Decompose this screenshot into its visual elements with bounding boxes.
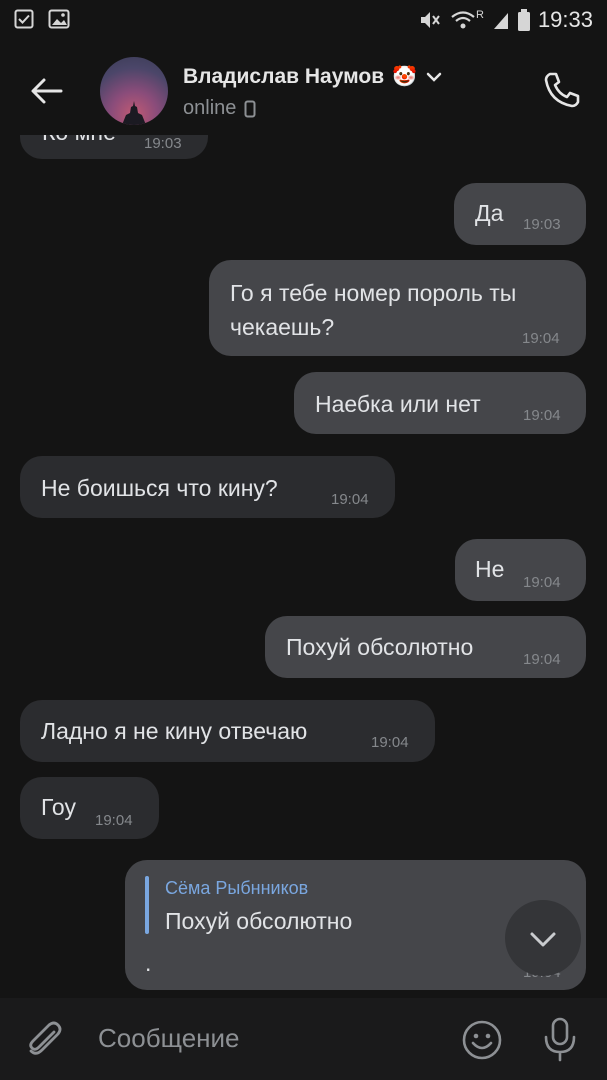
message-incoming[interactable]: Ладно я не кину отвечаю 19:04	[20, 700, 435, 762]
back-arrow-icon[interactable]	[26, 70, 68, 112]
checkbox-notification-icon	[14, 9, 34, 29]
message-text: Не	[475, 556, 505, 582]
status-time: 19:33	[537, 7, 593, 32]
reply-accent-bar	[145, 876, 149, 934]
mobile-device-icon	[244, 100, 256, 117]
message-time: 19:04	[523, 651, 561, 668]
contact-name[interactable]: Владислав Наумов	[183, 65, 384, 89]
message-time: 19:03	[523, 216, 561, 233]
paperclip-icon[interactable]	[24, 1018, 66, 1060]
message-text: Ко мне	[42, 135, 116, 146]
image-notification-icon	[48, 9, 70, 29]
signal-icon	[493, 13, 508, 29]
message-outgoing[interactable]: Да 19:03	[454, 183, 586, 245]
message-text: Похуй обсолютно	[286, 634, 474, 660]
message-time: 19:04	[331, 491, 369, 508]
message-time: 19:04	[522, 330, 560, 347]
message-text: Ладно я не кину отвечаю	[41, 718, 308, 744]
message-text: Гоу	[41, 794, 76, 820]
chevron-down-icon	[530, 932, 556, 947]
message-time: 19:04	[95, 812, 133, 829]
message-list[interactable]: Ко мне 19:03 Да 19:03 Го я тебе номер по…	[0, 135, 607, 997]
scroll-to-bottom-button[interactable]	[505, 900, 581, 976]
message-input[interactable]	[96, 1022, 440, 1055]
message-text: Не боишься что кину?	[41, 475, 278, 501]
emoji-icon[interactable]	[460, 1018, 504, 1062]
status-bar: R 19:33	[0, 0, 607, 40]
chevron-down-icon[interactable]	[425, 71, 443, 83]
message-time: 19:04	[523, 574, 561, 591]
reply-quoted-text: Похуй обсолютно	[165, 908, 353, 934]
message-text-line-1: Го я тебе номер пороль ты	[230, 280, 517, 306]
roaming-label: R	[475, 9, 484, 21]
message-incoming[interactable]: Не боишься что кину? 19:04	[20, 456, 395, 518]
message-text: Наебка или нет	[315, 391, 481, 417]
mute-icon	[420, 12, 440, 28]
message-text: .	[145, 950, 152, 976]
message-outgoing[interactable]: Наебка или нет 19:04	[294, 372, 586, 434]
message-outgoing[interactable]: Похуй обсолютно 19:04	[265, 616, 586, 678]
avatar[interactable]	[100, 57, 168, 125]
message-outgoing[interactable]: Го я тебе номер пороль ты чекаешь? 19:04	[209, 260, 586, 356]
message-time: 19:03	[144, 135, 182, 152]
message-text: Да	[475, 200, 504, 226]
reply-author[interactable]: Сёма Рыбнников	[165, 878, 308, 899]
battery-icon	[517, 9, 530, 31]
microphone-icon[interactable]	[540, 1016, 580, 1062]
phone-call-icon[interactable]	[540, 68, 584, 112]
online-status: online	[183, 97, 237, 119]
clown-emoji-icon: 🤡	[392, 66, 418, 88]
message-time: 19:04	[371, 734, 409, 751]
message-composer	[0, 998, 607, 1080]
message-outgoing[interactable]: Не 19:04	[455, 539, 586, 601]
message-incoming[interactable]: Ко мне 19:03	[20, 135, 208, 159]
wifi-icon	[451, 11, 475, 29]
message-incoming[interactable]: Гоу 19:04	[20, 777, 159, 839]
message-text-line-2: чекаешь?	[230, 314, 335, 340]
message-time: 19:04	[523, 407, 561, 424]
chat-header: Владислав Наумов 🤡 online	[0, 40, 607, 135]
avatar-silhouette-icon	[122, 101, 146, 125]
